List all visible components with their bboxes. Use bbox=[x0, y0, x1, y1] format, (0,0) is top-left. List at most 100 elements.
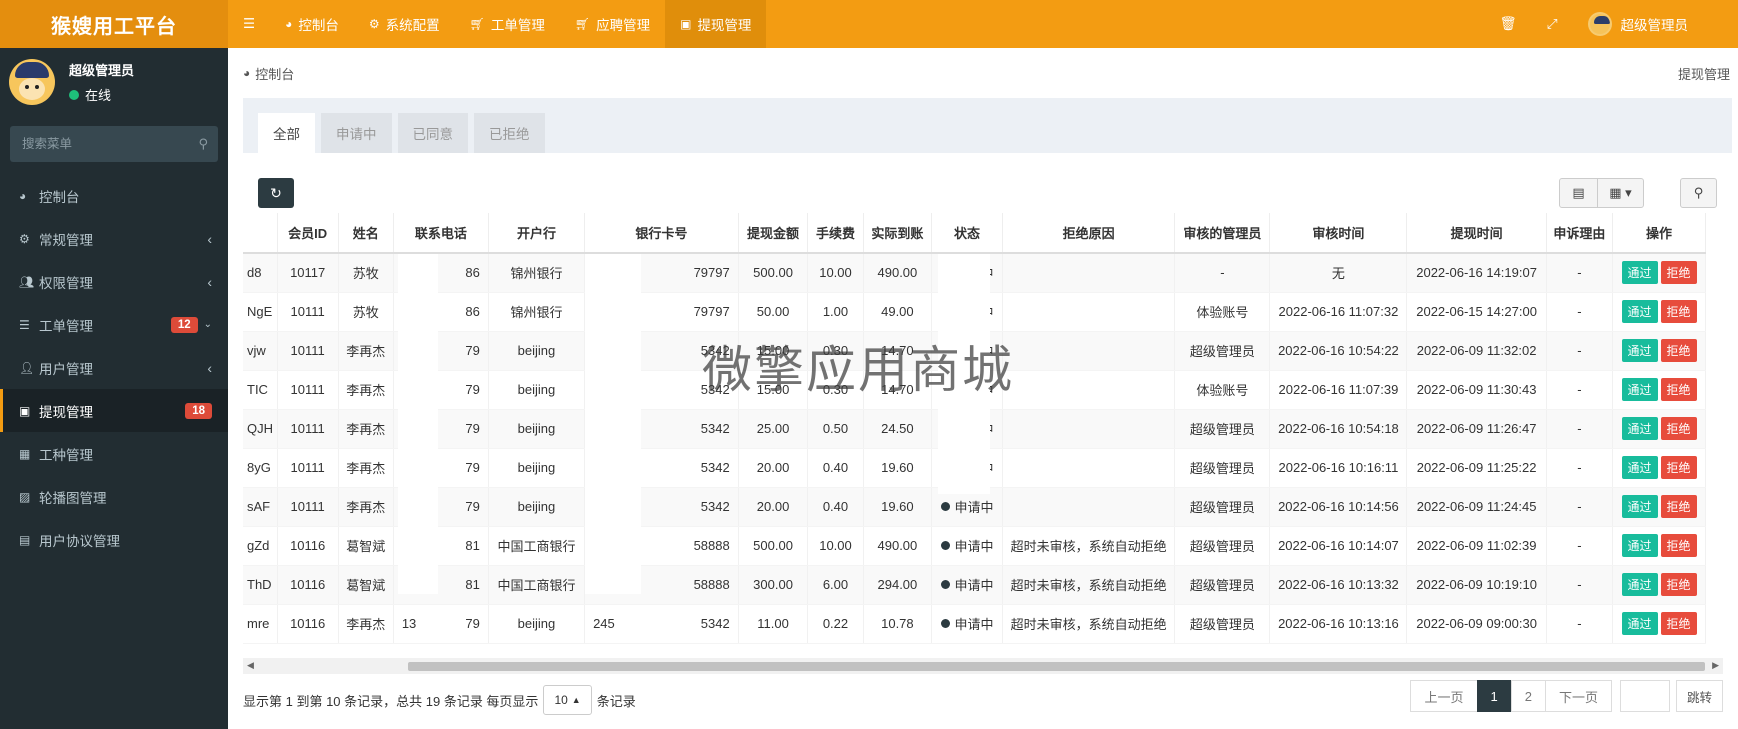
topnav-label: 工单管理 bbox=[490, 18, 545, 33]
reject-button[interactable]: 拒绝 bbox=[1660, 456, 1697, 479]
chevron-left-icon: ‹ bbox=[207, 273, 212, 290]
prev-page-button[interactable]: 上一页 bbox=[1410, 680, 1478, 712]
status-text: 申请中 bbox=[954, 500, 994, 515]
avatar bbox=[9, 59, 55, 105]
bank-cell: beijing bbox=[488, 448, 586, 488]
sidebar-toggle-button[interactable]: ☰ bbox=[228, 0, 270, 48]
user-menu[interactable]: 超级管理员 bbox=[1573, 0, 1738, 48]
reject-button[interactable]: 拒绝 bbox=[1660, 378, 1697, 401]
sidebar-item-permissions[interactable]: 👥︎ 权限管理 ‹ bbox=[0, 260, 228, 303]
reject-button[interactable]: 拒绝 bbox=[1660, 495, 1697, 518]
approve-button[interactable]: 通过 bbox=[1621, 417, 1658, 440]
audit-time-cell: 2022-06-16 10:54:22 bbox=[1269, 331, 1408, 371]
member-id-cell: 10111 bbox=[277, 409, 339, 449]
column-header: 操作 bbox=[1612, 213, 1706, 254]
topnav-withdraw-management[interactable]: ▣ 提现管理 bbox=[665, 0, 767, 48]
approve-button[interactable]: 通过 bbox=[1621, 456, 1658, 479]
audit-time-cell: 2022-06-16 10:16:11 bbox=[1269, 448, 1408, 488]
clear-cache-button[interactable]: 🗑︎ bbox=[1485, 0, 1532, 48]
approve-button[interactable]: 通过 bbox=[1621, 261, 1658, 285]
approve-button[interactable]: 通过 bbox=[1621, 573, 1658, 596]
actions-cell: 通过 拒绝 bbox=[1612, 565, 1706, 605]
card-suffix: 79797 bbox=[693, 304, 730, 319]
gear-icon: ⚙ bbox=[368, 17, 380, 31]
next-page-button[interactable]: 下一页 bbox=[1544, 680, 1612, 712]
sidebar-item-general[interactable]: ⚙ 常规管理 ‹ bbox=[0, 217, 228, 260]
name-cell: 葛智斌 bbox=[338, 526, 394, 566]
sidebar-item-users[interactable]: 👤︎ 用户管理 ‹ bbox=[0, 346, 228, 389]
reject-button[interactable]: 拒绝 bbox=[1660, 300, 1697, 323]
sidebar-item-label: 控制台 bbox=[39, 189, 80, 205]
scroll-left-icon[interactable]: ◀ bbox=[247, 660, 254, 671]
topnav-application-management[interactable]: 🛒︎ 应聘管理 bbox=[560, 0, 665, 48]
topnav-dashboard[interactable]: ◕ 控制台 bbox=[270, 0, 354, 48]
topnav-system-config[interactable]: ⚙ 系统配置 bbox=[354, 0, 455, 48]
column-header: 手续费 bbox=[807, 213, 864, 254]
column-header: 姓名 bbox=[338, 213, 394, 254]
dashboard-icon: ◕ bbox=[243, 66, 251, 80]
reject-button[interactable]: 拒绝 bbox=[1660, 261, 1697, 285]
approve-button[interactable]: 通过 bbox=[1621, 612, 1658, 635]
users-icon: 👥︎ bbox=[19, 274, 35, 289]
topnav-order-management[interactable]: 🛒︎ 工单管理 bbox=[455, 0, 560, 48]
chevron-down-icon: ⌄ bbox=[203, 319, 212, 330]
actions-cell: 通过 拒绝 bbox=[1612, 448, 1706, 488]
tab-rejected[interactable]: 已拒绝 bbox=[474, 113, 545, 153]
tab-approved[interactable]: 已同意 bbox=[397, 113, 468, 153]
fee-cell: 0.22 bbox=[807, 604, 864, 644]
name-cell: 葛智斌 bbox=[338, 565, 394, 605]
actions-cell: 通过 拒绝 bbox=[1612, 409, 1706, 449]
scroll-right-icon[interactable]: ▶ bbox=[1712, 660, 1719, 671]
reject-button[interactable]: 拒绝 bbox=[1660, 339, 1697, 362]
sidebar-item-agreement[interactable]: ▤ 用户协议管理 bbox=[0, 518, 228, 561]
sidebar-item-orders[interactable]: ☰ 工单管理 12 ⌄ bbox=[0, 303, 228, 346]
approve-button[interactable]: 通过 bbox=[1621, 534, 1658, 557]
page-button-1[interactable]: 1 bbox=[1476, 680, 1512, 712]
search-icon[interactable]: ⚲ bbox=[198, 136, 208, 152]
toggle-view-button[interactable]: ▤ bbox=[1560, 179, 1597, 207]
jump-button[interactable]: 跳转 bbox=[1675, 680, 1723, 712]
status-dot-icon bbox=[940, 580, 950, 589]
app-logo[interactable]: 猴嫂用工平台 bbox=[0, 0, 228, 48]
reject-button[interactable]: 拒绝 bbox=[1660, 573, 1697, 596]
reject-button[interactable]: 拒绝 bbox=[1660, 612, 1697, 635]
jump-page-input[interactable] bbox=[1619, 680, 1670, 712]
columns-dropdown-button[interactable]: ▦ ▾ bbox=[1597, 179, 1643, 207]
reject-button[interactable]: 拒绝 bbox=[1660, 417, 1697, 440]
horizontal-scrollbar[interactable]: ◀ ▶ bbox=[243, 658, 1723, 674]
scrollbar-thumb[interactable] bbox=[408, 662, 1705, 671]
status-text: 申请中 bbox=[954, 617, 994, 632]
status-badge: 申请中 bbox=[940, 536, 994, 555]
breadcrumb-home[interactable]: 控制台 bbox=[255, 64, 294, 83]
privacy-mask bbox=[585, 254, 641, 594]
bank-cell: beijing bbox=[488, 604, 586, 644]
reject-button[interactable]: 拒绝 bbox=[1660, 534, 1697, 557]
search-button[interactable]: ⚲ bbox=[1680, 178, 1717, 208]
approve-button[interactable]: 通过 bbox=[1621, 378, 1658, 401]
page-size-dropdown[interactable]: 10 ▲ bbox=[543, 685, 592, 715]
page-button-2[interactable]: 2 bbox=[1510, 680, 1546, 712]
appeal-cell: - bbox=[1546, 370, 1614, 410]
approve-button[interactable]: 通过 bbox=[1621, 300, 1658, 323]
sidebar-item-dashboard[interactable]: ◕ 控制台 bbox=[0, 174, 228, 217]
sidebar-item-label: 工单管理 bbox=[39, 318, 93, 334]
appeal-cell: - bbox=[1546, 487, 1614, 527]
member-id-cell: 10116 bbox=[277, 526, 339, 566]
tab-pending[interactable]: 申请中 bbox=[321, 113, 392, 153]
tab-all[interactable]: 全部 bbox=[258, 113, 315, 153]
sidebar-item-carousel[interactable]: ▨ 轮播图管理 bbox=[0, 475, 228, 518]
phone-suffix: 79 bbox=[465, 343, 480, 358]
approve-button[interactable]: 通过 bbox=[1621, 339, 1658, 362]
amount-cell: 11.00 bbox=[738, 604, 809, 644]
fullscreen-button[interactable]: ⤢ bbox=[1532, 0, 1573, 48]
approve-button[interactable]: 通过 bbox=[1621, 495, 1658, 518]
sidebar-item-job-types[interactable]: ▦ 工种管理 bbox=[0, 432, 228, 475]
apply-time-cell: 2022-06-09 11:25:22 bbox=[1406, 448, 1547, 488]
search-icon: ⚲ bbox=[1693, 185, 1704, 200]
sidebar-item-withdraw[interactable]: ▣ 提现管理 18 bbox=[0, 389, 228, 432]
order-no-cell: sAF bbox=[243, 487, 278, 527]
refresh-button[interactable]: ↻ bbox=[258, 178, 294, 208]
column-header: 会员ID bbox=[277, 213, 339, 254]
menu-search-input[interactable] bbox=[22, 137, 199, 151]
audit-time-cell: 2022-06-16 10:54:18 bbox=[1269, 409, 1408, 449]
